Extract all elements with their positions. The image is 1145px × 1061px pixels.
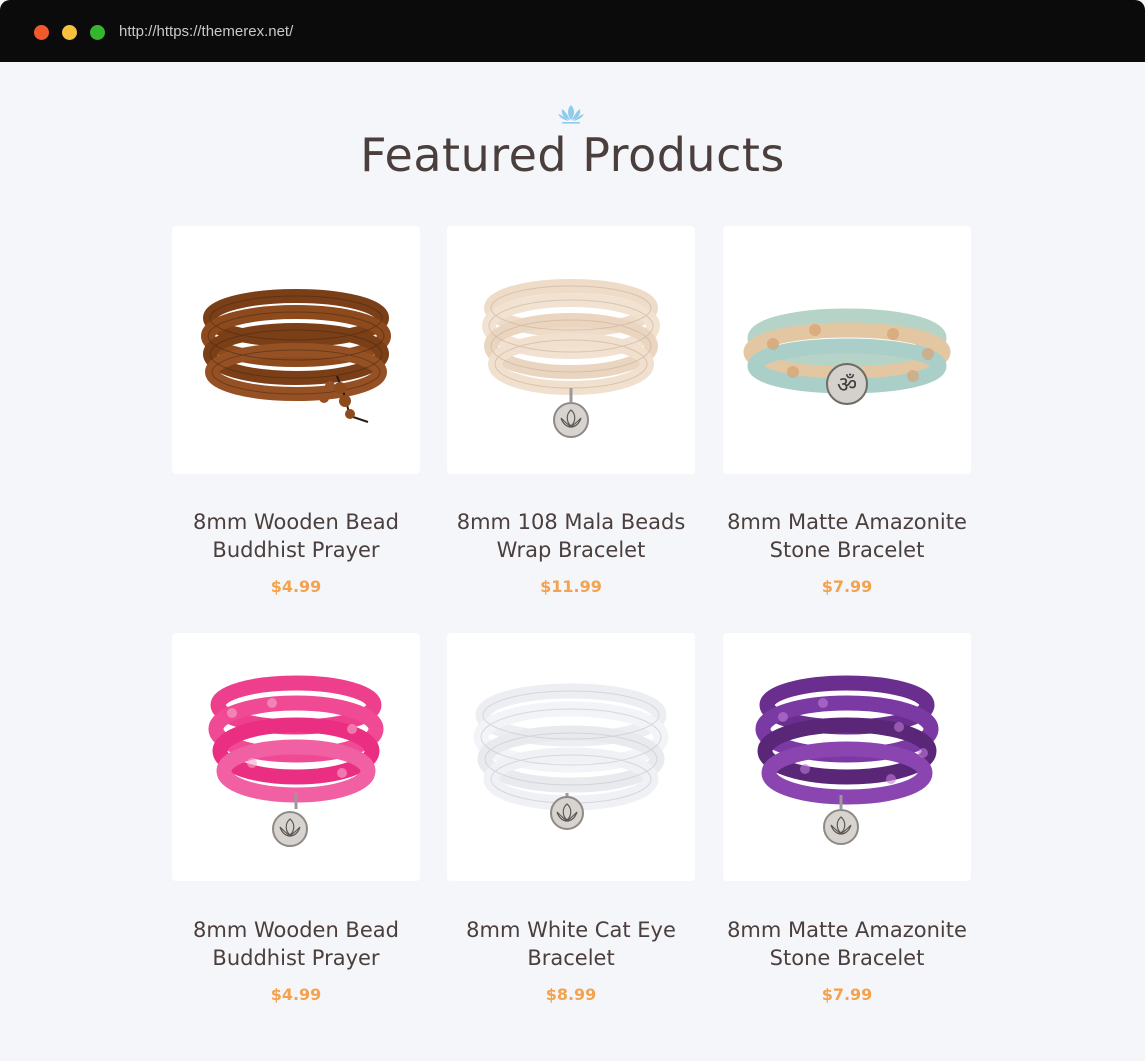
product-price: $7.99 <box>821 577 873 596</box>
product-name[interactable]: 8mm Matte Amazonite Stone Bracelet <box>697 916 997 972</box>
product-name[interactable]: 8mm Matte Amazonite Stone Bracelet <box>697 508 997 564</box>
product-image-link[interactable] <box>172 633 420 881</box>
product-image-link[interactable] <box>172 226 420 474</box>
close-window-button[interactable] <box>34 25 49 40</box>
product-image-link[interactable] <box>447 633 695 881</box>
section-title: Featured Products <box>360 128 785 182</box>
amazonite-om-bracelet-image: ॐ <box>743 308 951 405</box>
address-bar-url[interactable]: http://https://themerex.net/ <box>119 21 293 43</box>
white-cat-eye-bracelet-image <box>473 683 669 830</box>
product-name[interactable]: 8mm Wooden Bead Buddhist Prayer <box>146 916 446 972</box>
browser-titlebar: http://https://themerex.net/ <box>0 0 1145 62</box>
product-price: $8.99 <box>545 985 597 1004</box>
product-name[interactable]: 8mm White Cat Eye Bracelet <box>421 916 721 972</box>
browser-window: http://https://themerex.net/ Featured Pr… <box>0 0 1145 1061</box>
product-price: $11.99 <box>540 577 602 596</box>
cream-mala-bracelet-image <box>482 279 660 438</box>
product-name[interactable]: 8mm 108 Mala Beads Wrap Bracelet <box>421 508 721 564</box>
maximize-window-button[interactable] <box>90 25 105 40</box>
product-price: $7.99 <box>821 985 873 1004</box>
product-price: $4.99 <box>270 577 322 596</box>
product-name[interactable]: 8mm Wooden Bead Buddhist Prayer <box>146 508 446 564</box>
lotus-icon <box>558 105 584 124</box>
purple-agate-bracelet-image <box>755 675 939 845</box>
product-image-link[interactable]: ॐ <box>723 226 971 474</box>
product-price: $4.99 <box>270 985 322 1004</box>
wooden-bead-bracelet-image <box>201 289 391 423</box>
minimize-window-button[interactable] <box>62 25 77 40</box>
product-image-link[interactable] <box>447 226 695 474</box>
pink-agate-bracelet-image <box>208 675 384 847</box>
product-image-link[interactable] <box>723 633 971 881</box>
svg-text:ॐ: ॐ <box>837 373 857 398</box>
